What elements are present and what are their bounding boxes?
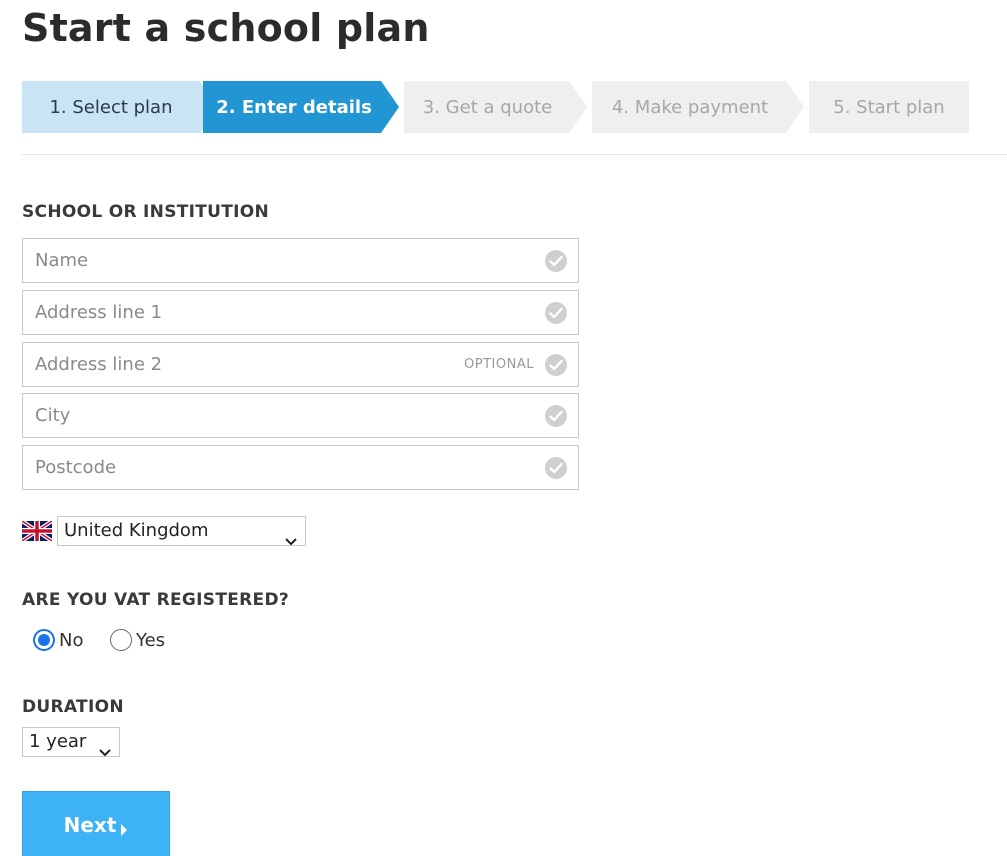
check-icon <box>545 457 567 479</box>
vat-heading: ARE YOU VAT REGISTERED? <box>22 590 290 610</box>
country-selected-value: United Kingdom <box>64 520 209 541</box>
radio-yes-label: Yes <box>136 629 166 651</box>
address-line-1-input[interactable] <box>23 291 578 334</box>
radio-no-label: No <box>59 629 84 651</box>
step-enter-details[interactable]: 2. Enter details <box>203 81 399 133</box>
duration-selected-value: 1 year <box>29 731 87 752</box>
vat-option-yes[interactable]: Yes <box>110 628 165 652</box>
step-get-quote: 3. Get a quote <box>404 81 587 133</box>
page-title: Start a school plan <box>22 6 430 50</box>
progress-steps: 1. Select plan 2. Enter details 3. Get a… <box>22 81 1007 133</box>
address-line-1-field-wrapper <box>22 290 579 335</box>
name-input[interactable] <box>23 239 578 282</box>
step-select-plan[interactable]: 1. Select plan <box>22 81 218 133</box>
radio-no[interactable] <box>33 629 55 651</box>
divider <box>22 154 1007 155</box>
next-button-label: Next <box>63 813 117 837</box>
optional-tag: OPTIONAL <box>464 357 534 372</box>
vat-option-no[interactable]: No <box>33 628 83 652</box>
radio-yes[interactable] <box>110 629 132 651</box>
check-icon <box>545 354 567 376</box>
city-input[interactable] <box>23 394 578 437</box>
page: Start a school plan 1. Select plan 2. En… <box>0 0 1007 856</box>
check-icon <box>545 250 567 272</box>
school-heading: SCHOOL OR INSTITUTION <box>22 202 270 222</box>
check-icon <box>545 302 567 324</box>
uk-flag-icon <box>20 519 54 543</box>
name-field-wrapper <box>22 238 579 283</box>
chevron-down-icon <box>285 527 297 546</box>
duration-select[interactable]: 1 year <box>22 727 120 757</box>
address-line-2-field-wrapper: OPTIONAL <box>22 342 579 387</box>
caret-right-icon <box>120 818 128 836</box>
check-icon <box>545 405 567 427</box>
step-start-plan: 5. Start plan <box>809 81 969 133</box>
next-button[interactable]: Next <box>22 791 170 856</box>
city-field-wrapper <box>22 393 579 438</box>
postcode-field-wrapper <box>22 445 579 490</box>
postcode-input[interactable] <box>23 446 578 489</box>
step-make-payment: 4. Make payment <box>592 81 804 133</box>
country-select[interactable]: United Kingdom <box>57 516 306 546</box>
duration-heading: DURATION <box>22 697 124 717</box>
chevron-down-icon <box>99 738 111 757</box>
